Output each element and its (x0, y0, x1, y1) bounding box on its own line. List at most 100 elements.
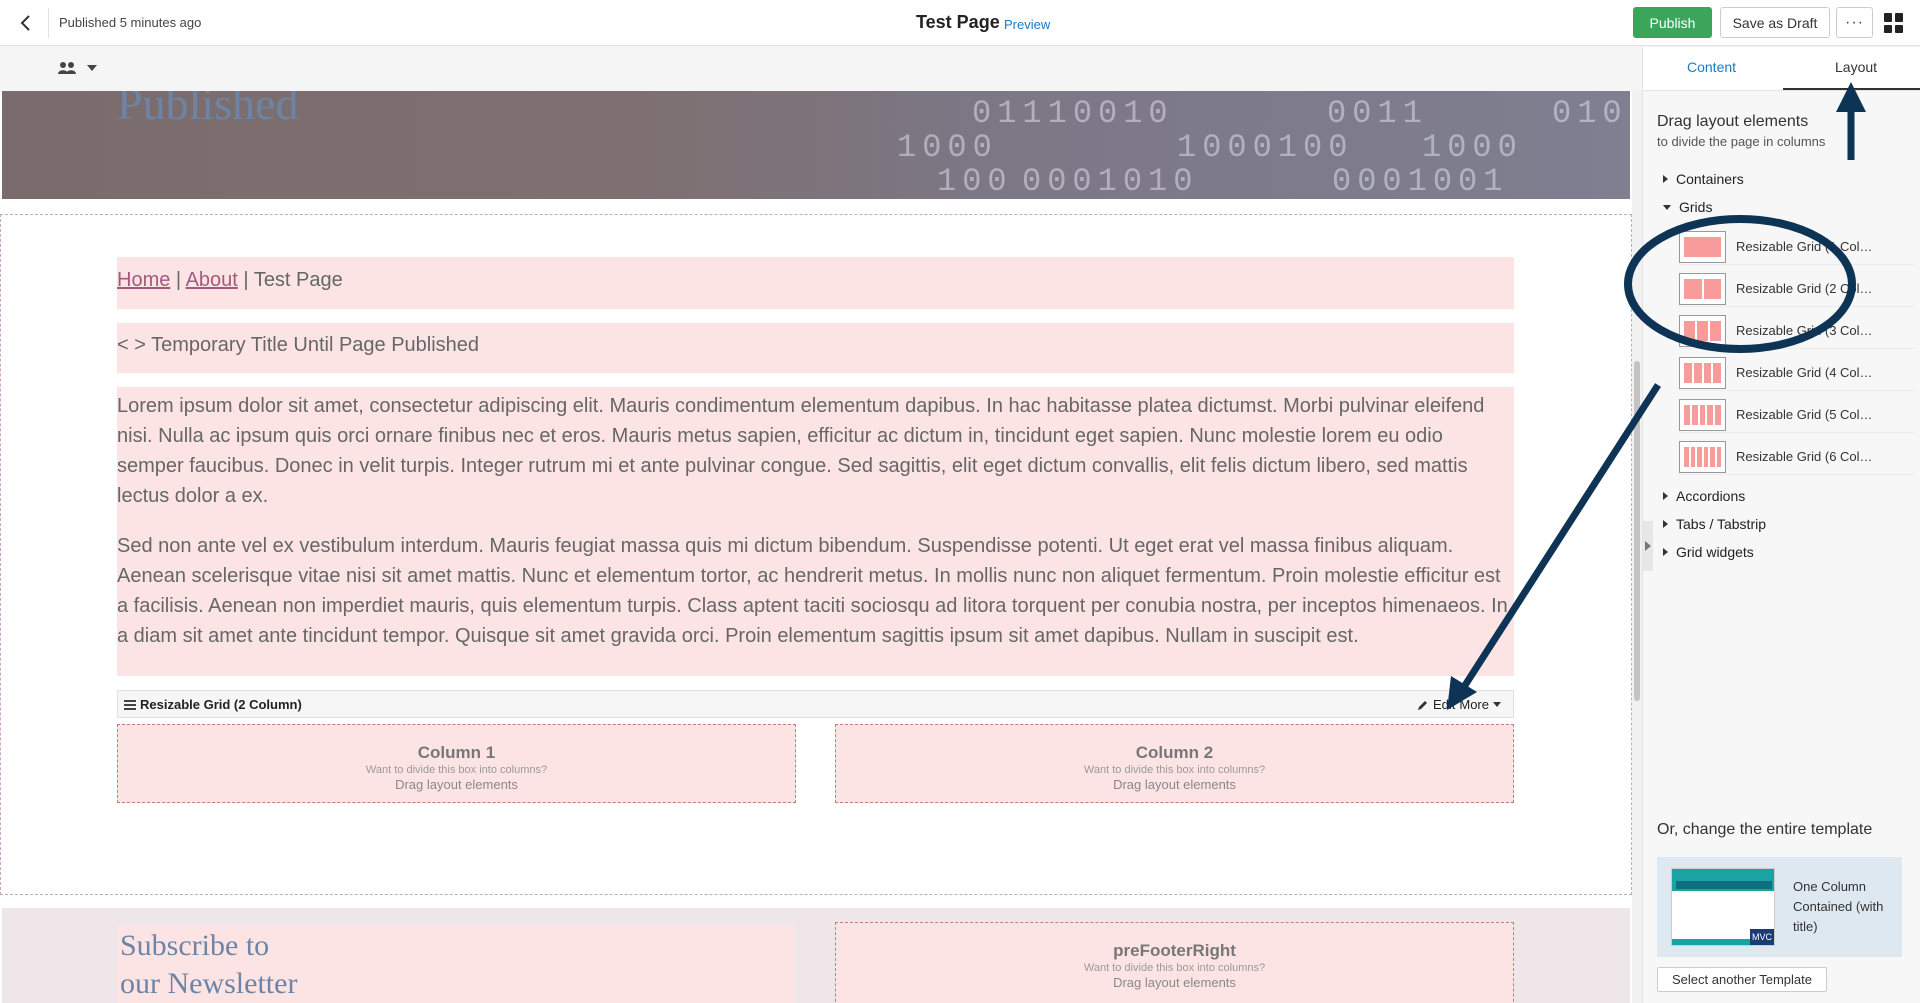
grid-layout-item-2[interactable]: Resizable Grid (2 Column) (1679, 271, 1915, 307)
tree-grid-widgets[interactable]: Grid widgets (1663, 544, 1754, 560)
layout-panel: Content Layout Drag layout elements to d… (1642, 47, 1920, 1003)
page-heading[interactable]: < > Temporary Title Until Page Published (117, 323, 1514, 373)
breadcrumb-separator: | (175, 269, 182, 291)
select-another-template-button[interactable]: Select another Template (1657, 967, 1827, 992)
publish-button[interactable]: Publish (1633, 7, 1712, 38)
expand-icon (1663, 520, 1668, 528)
save-as-draft-button[interactable]: Save as Draft (1720, 7, 1830, 38)
tab-content[interactable]: Content (1687, 59, 1736, 75)
page-canvas: 01110010 0011 010 1000 1000100 1000 100 … (0, 91, 1632, 1003)
tree-tabs-tabstrip[interactable]: Tabs / Tabstrip (1663, 516, 1766, 532)
header-banner: 01110010 0011 010 1000 1000100 1000 100 … (2, 91, 1630, 199)
editor-toolbar (0, 47, 1642, 91)
banner-binary-text: 100 (937, 163, 1013, 199)
grid-thumbnail-icon (1679, 398, 1726, 431)
collapse-icon (1663, 204, 1671, 210)
top-bar: Published 5 minutes ago Test Page Previe… (0, 0, 1920, 46)
column-drag-hint: Drag layout elements (1113, 777, 1236, 792)
grid-layout-item-6[interactable]: Resizable Grid (6 Column) (1679, 439, 1915, 475)
hamburger-icon[interactable] (124, 700, 136, 710)
grid-thumbnail-icon (1679, 230, 1726, 263)
grid-item-label: Resizable Grid (6 Column) (1736, 449, 1878, 464)
grid-item-label: Resizable Grid (3 Column) (1736, 323, 1878, 338)
column-title: Column 2 (1135, 743, 1214, 762)
users-icon (58, 62, 76, 74)
mvc-badge: MVC (1750, 929, 1774, 945)
banner-binary-text: 1000 (1422, 129, 1523, 166)
back-button[interactable] (12, 9, 40, 37)
grid-item-label: Resizable Grid (5 Column) (1736, 407, 1878, 422)
rich-text-block[interactable]: Lorem ipsum dolor sit amet, consectetur … (117, 387, 1514, 676)
tree-grids[interactable]: Grids (1663, 199, 1712, 215)
collapse-arrow-icon (1645, 541, 1651, 551)
zone-title: preFooterRight (1113, 941, 1236, 960)
grid-thumbnail-icon (1679, 314, 1726, 347)
banner-binary-text: 1000100 (1177, 129, 1354, 166)
column-hint: Want to divide this box into columns? (365, 764, 548, 776)
publish-status: Published 5 minutes ago (59, 15, 202, 30)
grid-item-label: Resizable Grid (2 Column) (1736, 281, 1878, 296)
tree-label: Grids (1679, 199, 1713, 215)
grid-thumbnail-icon (1679, 272, 1726, 305)
zone-hint: Want to divide this box into columns? (1083, 962, 1266, 974)
template-thumbnail: MVC (1671, 868, 1775, 946)
edit-label: Edit (1432, 697, 1456, 712)
grid-item-label: Resizable Grid (1 Column) (1736, 239, 1878, 254)
banner-binary-text: 1000 (897, 129, 998, 166)
newsletter-line: Subscribe to (120, 929, 270, 962)
grid-edit-menu[interactable]: Edit More (1417, 697, 1501, 712)
caret-down-icon (1493, 702, 1501, 707)
more-label: More (1459, 697, 1489, 712)
scrollbar-thumb[interactable] (1634, 361, 1640, 701)
banner-binary-text: 0001001 (1332, 163, 1509, 199)
grid-layout-item-3[interactable]: Resizable Grid (3 Column) (1679, 313, 1915, 349)
newsletter-heading[interactable]: Subscribe to our Newsletter (117, 925, 794, 1003)
canvas-scrollbar[interactable] (1632, 91, 1642, 1003)
tree-containers[interactable]: Containers (1663, 171, 1744, 187)
grid-column-2[interactable]: Column 2 Want to divide this box into co… (835, 724, 1514, 803)
tree-label: Accordions (1676, 488, 1746, 504)
pencil-icon (1417, 700, 1427, 710)
banner-binary-text: 0011 (1327, 95, 1428, 132)
column-title: Column 1 (417, 743, 496, 762)
paragraph: Sed non ante vel ex vestibulum interdum.… (117, 535, 1508, 647)
newsletter-line: our Newsletter (120, 967, 298, 1000)
column-hint: Want to divide this box into columns? (1083, 764, 1266, 776)
banner-binary-text: 01110010 (972, 95, 1174, 132)
template-name: One Column Contained (with title) (1793, 879, 1884, 934)
grid-widget-header[interactable]: Resizable Grid (2 Column) Edit More (117, 690, 1514, 718)
prefooter-right-zone[interactable]: preFooterRight Want to divide this box i… (835, 922, 1514, 1003)
tab-layout[interactable]: Layout (1835, 59, 1877, 75)
tree-label: Grid widgets (1676, 544, 1754, 560)
more-options-button[interactable]: ··· (1836, 7, 1873, 38)
expand-icon (1663, 175, 1668, 183)
panel-subheading: to divide the page in columns (1657, 134, 1826, 149)
grid-column-1[interactable]: Column 1 Want to divide this box into co… (117, 724, 796, 803)
grid-layout-item-1[interactable]: Resizable Grid (1 Column) (1679, 229, 1915, 265)
collapse-panel-handle[interactable] (1643, 521, 1653, 571)
active-tab-indicator (1783, 88, 1920, 90)
change-template-heading: Or, change the entire template (1657, 821, 1873, 838)
tree-accordions[interactable]: Accordions (1663, 488, 1745, 504)
breadcrumb: Home | About | Test Page (117, 257, 1514, 309)
divider (48, 8, 49, 38)
grid-thumbnail-icon (1679, 356, 1726, 389)
breadcrumb-current: Test Page (253, 269, 343, 291)
tree-label: Tabs / Tabstrip (1676, 516, 1767, 532)
preview-link[interactable]: Preview (1004, 17, 1050, 32)
apps-grid-icon[interactable] (1884, 13, 1904, 33)
page-title: Test Page (916, 12, 1000, 32)
grid-layout-item-4[interactable]: Resizable Grid (4 Column) (1679, 355, 1915, 391)
persona-selector[interactable] (57, 60, 97, 76)
expand-icon (1663, 492, 1668, 500)
expand-icon (1663, 548, 1668, 556)
grid-widget-label: Resizable Grid (2 Column) (140, 697, 302, 712)
breadcrumb-about-link[interactable]: About (186, 269, 238, 291)
breadcrumb-separator: | (243, 269, 249, 291)
caret-down-icon (87, 65, 97, 71)
banner-binary-text: 0001010 (1022, 163, 1199, 199)
grid-layout-item-5[interactable]: Resizable Grid (5 Column) (1679, 397, 1915, 433)
tree-label: Containers (1676, 171, 1744, 187)
current-template-card[interactable]: MVC One Column Contained (with title) (1657, 857, 1902, 957)
breadcrumb-home-link[interactable]: Home (117, 269, 170, 291)
